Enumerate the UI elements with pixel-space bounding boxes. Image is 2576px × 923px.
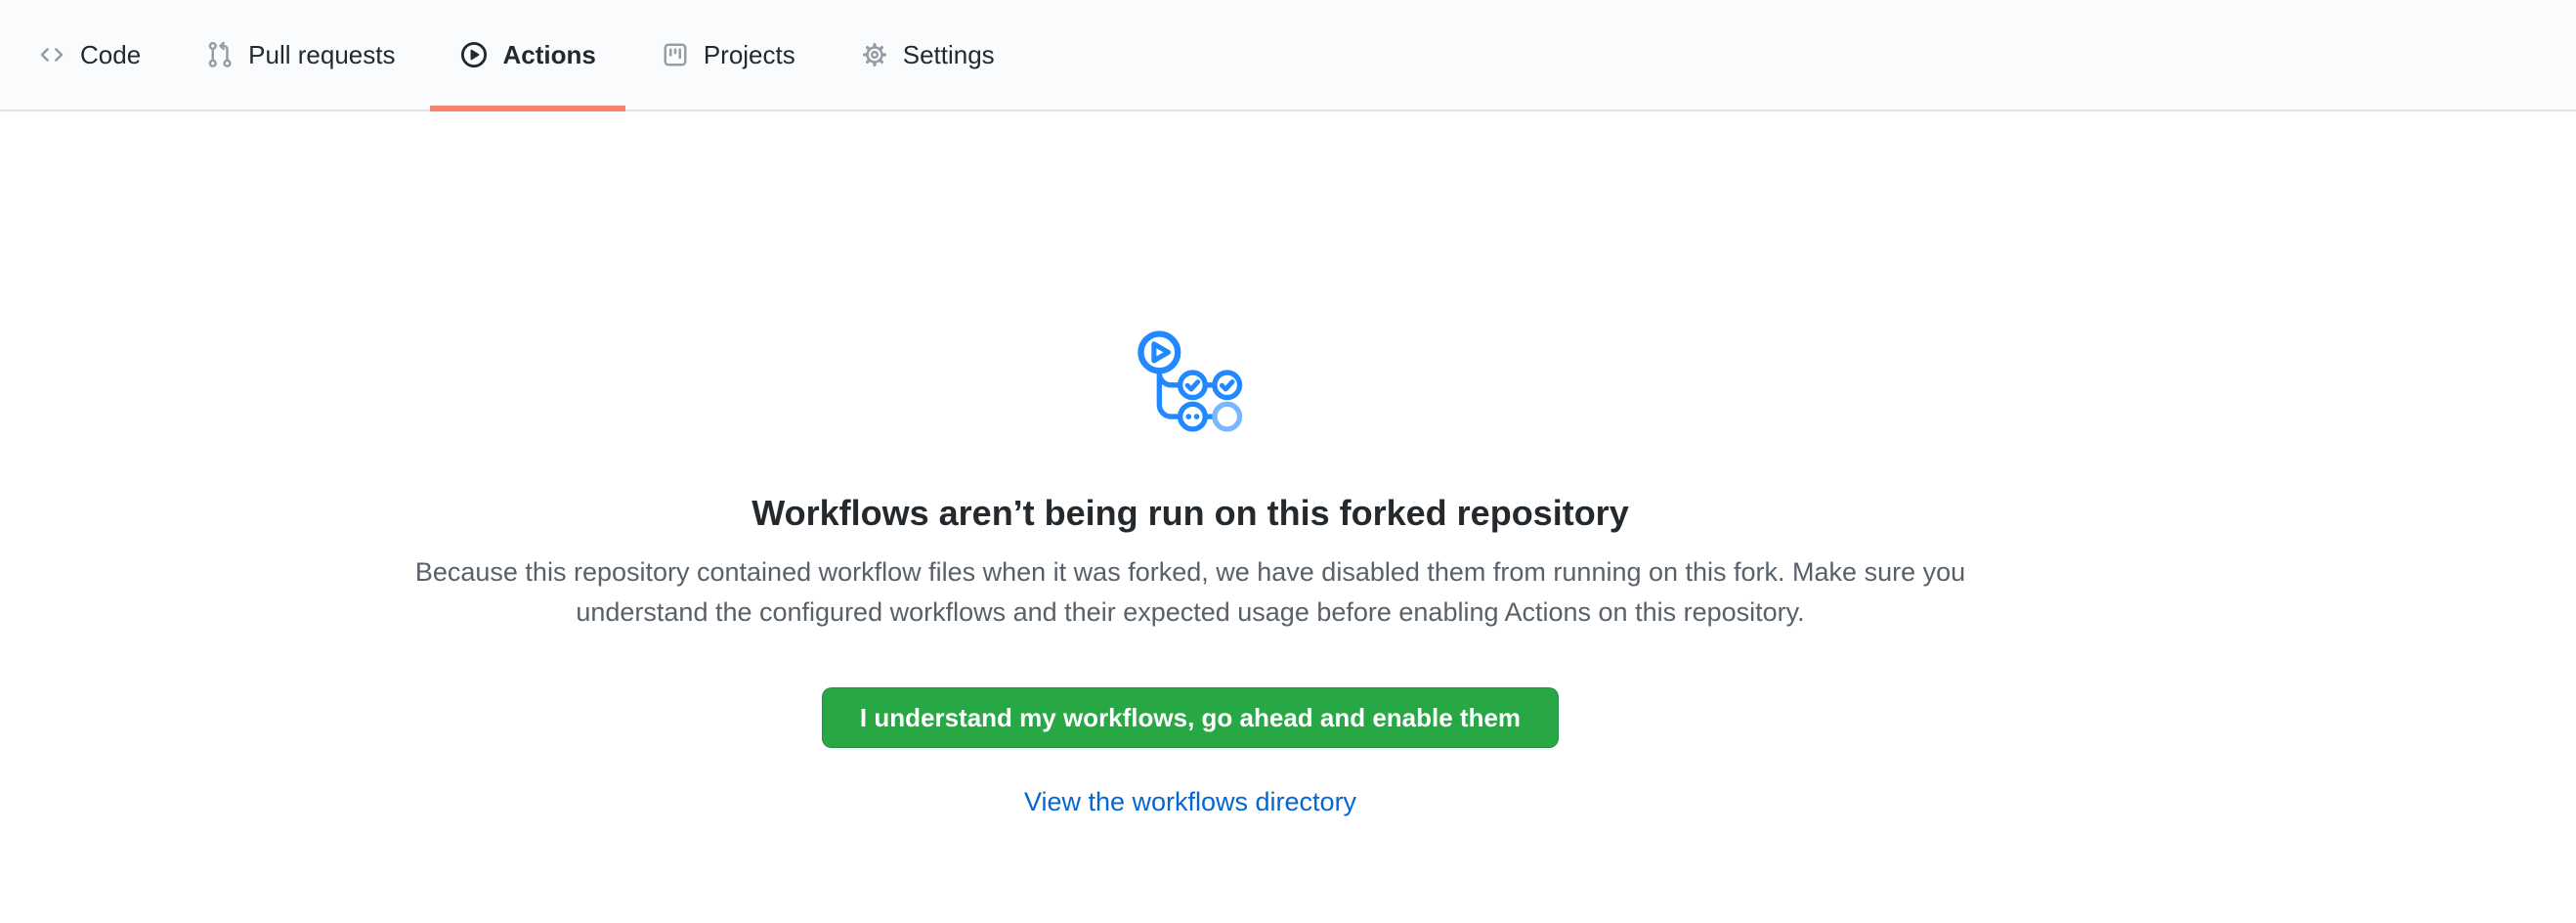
workflows-directory-link[interactable]: View the workflows directory (1024, 787, 1356, 817)
project-icon (661, 40, 690, 69)
tab-label: Actions (502, 40, 595, 70)
tab-actions[interactable]: Actions (430, 0, 624, 110)
tab-label: Pull requests (248, 40, 395, 70)
workflow-graph-icon (1131, 329, 1250, 438)
enable-workflows-button[interactable]: I understand my workflows, go ahead and … (822, 687, 1559, 748)
tab-projects[interactable]: Projects (631, 0, 825, 110)
tab-settings[interactable]: Settings (831, 0, 1024, 110)
repo-tab-navigation: Code Pull requests Actions (0, 0, 2576, 111)
actions-blankslate: Workflows aren’t being run on this forke… (0, 111, 2576, 817)
tab-code[interactable]: Code (8, 0, 170, 110)
tab-pull-requests[interactable]: Pull requests (176, 0, 424, 110)
code-icon (37, 40, 66, 69)
tab-label: Projects (704, 40, 795, 70)
gear-icon (860, 40, 889, 69)
tab-label: Code (80, 40, 141, 70)
blankslate-description: Because this repository contained workfl… (399, 552, 1982, 633)
blankslate-heading: Workflows aren’t being run on this forke… (751, 492, 1628, 535)
play-icon (459, 40, 489, 69)
tab-label: Settings (903, 40, 995, 70)
git-pull-request-icon (205, 40, 235, 69)
